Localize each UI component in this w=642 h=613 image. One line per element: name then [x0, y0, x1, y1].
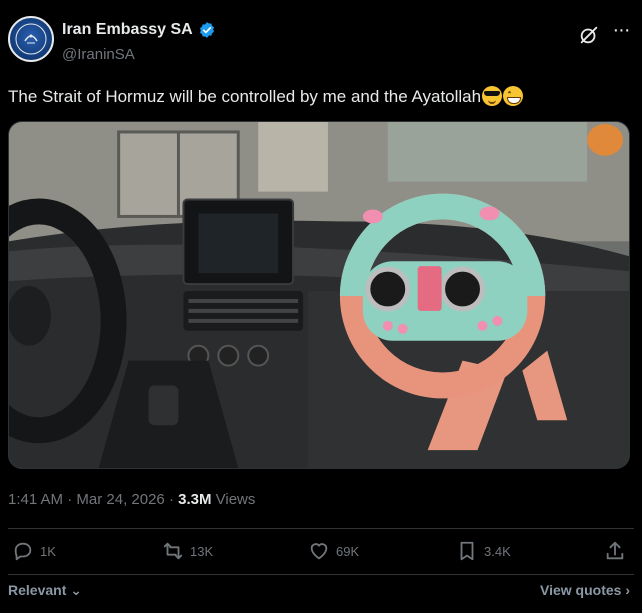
verified-badge-icon[interactable]	[198, 21, 216, 39]
reply-count: 1K	[40, 543, 56, 559]
tweet-header: Iran Embassy SA @IraninSA ···	[0, 0, 642, 80]
meta-separator: ·	[164, 491, 179, 508]
like-count: 69K	[336, 543, 360, 559]
action-bar: 1K 13K 69K 3.4K	[8, 540, 634, 570]
share-button[interactable]	[604, 540, 626, 562]
emblem-icon	[15, 23, 47, 55]
name-row: Iran Embassy SA	[62, 21, 216, 39]
meta-separator: ·	[63, 491, 77, 508]
grinning-emoji-icon	[503, 86, 524, 106]
heart-icon	[310, 543, 328, 560]
more-options-icon[interactable]: ···	[610, 20, 632, 44]
reply-icon	[14, 542, 32, 561]
view-quotes-label: View quotes	[540, 582, 622, 598]
share-icon	[606, 541, 624, 560]
profile-avatar[interactable]	[8, 16, 54, 62]
car-interior-photo	[9, 122, 629, 468]
bookmark-button[interactable]: 3.4K	[456, 540, 511, 562]
tweet-time[interactable]: 1:41 AM	[8, 491, 63, 508]
relevant-label: Relevant	[8, 582, 67, 598]
like-button[interactable]: 69K	[308, 540, 359, 562]
bookmark-icon	[460, 541, 474, 561]
chevron-right-icon: ›	[621, 582, 630, 598]
account-handle[interactable]: @IraninSA	[62, 46, 135, 63]
tweet-text: The Strait of Hormuz will be controlled …	[8, 86, 524, 107]
sunglasses-emoji-icon	[482, 86, 503, 106]
relevant-dropdown[interactable]: Relevant ⌄	[8, 582, 82, 599]
repost-count: 13K	[190, 543, 214, 559]
tweet-body: The Strait of Hormuz will be controlled …	[8, 87, 482, 106]
reply-button[interactable]: 1K	[12, 540, 56, 562]
bookmark-count: 3.4K	[484, 543, 511, 559]
tweet-date[interactable]: Mar 24, 2026	[76, 491, 164, 508]
repost-button[interactable]: 13K	[162, 540, 213, 562]
tweet-media-image[interactable]	[8, 121, 630, 469]
grok-icon[interactable]	[578, 24, 600, 46]
chevron-down-icon: ⌄	[66, 582, 82, 598]
views-count: 3.3M	[178, 491, 212, 508]
divider-bottom	[8, 574, 634, 575]
views-label: Views	[211, 491, 256, 508]
display-name[interactable]: Iran Embassy SA	[62, 21, 193, 39]
repost-icon	[163, 542, 183, 560]
view-quotes-link[interactable]: View quotes ›	[540, 582, 630, 598]
divider-top	[8, 528, 634, 529]
tweet-meta: 1:41 AM · Mar 24, 2026 · 3.3M Views	[8, 491, 255, 508]
